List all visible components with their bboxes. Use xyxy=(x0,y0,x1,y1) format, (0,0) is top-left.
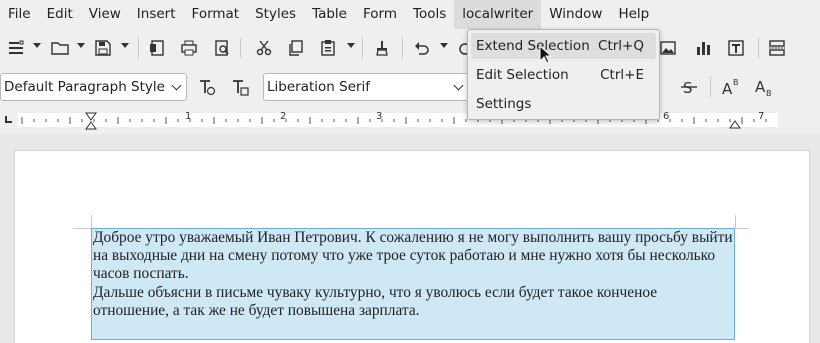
menu-localwriter[interactable]: localwriter xyxy=(454,0,542,29)
paragraph-style-combo[interactable]: Default Paragraph Style xyxy=(0,73,187,101)
menu-item-extend-selection[interactable]: Extend Selection Ctrl+Q xyxy=(471,33,656,59)
standard-toolbar xyxy=(0,31,820,65)
strikethrough-icon[interactable]: S xyxy=(677,74,701,100)
toolbar-separator xyxy=(362,38,363,58)
menu-file[interactable]: File xyxy=(0,0,39,29)
right-indent-marker[interactable] xyxy=(729,119,741,129)
formatting-toolbar: Default Paragraph Style Liberation Serif… xyxy=(0,68,820,106)
subscript-icon[interactable]: AB xyxy=(752,74,776,100)
menu-form[interactable]: Form xyxy=(355,0,405,29)
menu-styles[interactable]: Styles xyxy=(247,0,304,29)
font-name-value: Liberation Serif xyxy=(267,79,371,95)
update-style-icon[interactable] xyxy=(195,74,219,100)
page-break-icon[interactable] xyxy=(765,35,789,61)
svg-text:S: S xyxy=(683,79,693,97)
cut-icon[interactable] xyxy=(252,35,276,61)
menu-item-label: Settings xyxy=(476,96,532,112)
menu-item-shortcut: Ctrl+E xyxy=(600,67,644,83)
toolbar-separator xyxy=(402,38,403,58)
ruler-number: 2 xyxy=(280,111,287,122)
crop-mark xyxy=(735,228,749,229)
svg-text:B: B xyxy=(766,89,772,97)
paragraph-style-value: Default Paragraph Style xyxy=(4,79,165,95)
new-dropdown-arrow[interactable] xyxy=(33,43,41,48)
menu-item-label: Extend Selection xyxy=(476,38,590,54)
ruler-ticks xyxy=(21,117,767,124)
svg-text:A: A xyxy=(722,80,733,97)
document-canvas[interactable]: Доброе утро уважаемый Иван Петрович. К с… xyxy=(0,134,820,343)
clone-formatting-icon[interactable] xyxy=(370,35,394,61)
mouse-cursor-icon xyxy=(539,45,553,64)
save-icon[interactable] xyxy=(91,35,115,61)
document-paragraph[interactable]: Доброе утро уважаемый Иван Петрович. К с… xyxy=(93,229,733,284)
save-dropdown-arrow[interactable] xyxy=(121,43,129,48)
toolbar-separator xyxy=(710,77,711,97)
toolbar-separator xyxy=(758,38,759,58)
print-icon[interactable] xyxy=(177,35,201,61)
crop-mark xyxy=(73,228,91,229)
ruler-number: 6 xyxy=(663,111,670,122)
document-page[interactable]: Доброе утро уважаемый Иван Петрович. К с… xyxy=(14,150,810,343)
undo-dropdown-arrow[interactable] xyxy=(440,43,448,48)
menu-item-settings[interactable]: Settings xyxy=(471,91,656,117)
horizontal-ruler[interactable]: 1 2 3 4 5 6 7 xyxy=(0,110,820,132)
menu-edit[interactable]: Edit xyxy=(39,0,81,29)
localwriter-menu: Extend Selection Ctrl+Q Edit Selection C… xyxy=(467,29,660,120)
chevron-down-icon xyxy=(171,80,182,91)
ruler-number: 7 xyxy=(758,111,765,122)
menu-view[interactable]: View xyxy=(81,0,129,29)
export-pdf-icon[interactable] xyxy=(145,35,169,61)
toolbar-separator xyxy=(138,38,139,58)
paste-dropdown-arrow[interactable] xyxy=(347,43,355,48)
new-style-icon[interactable] xyxy=(228,74,252,100)
open-icon[interactable] xyxy=(48,35,72,61)
insert-text-box-icon[interactable] xyxy=(724,35,748,61)
menu-item-edit-selection[interactable]: Edit Selection Ctrl+E xyxy=(471,62,656,88)
undo-icon[interactable] xyxy=(410,35,434,61)
toolbar-separator xyxy=(240,38,241,58)
chevron-down-icon xyxy=(453,80,464,91)
ruler-number: 3 xyxy=(376,111,383,122)
crop-mark xyxy=(735,215,736,228)
menu-window[interactable]: Window xyxy=(541,0,610,29)
menu-item-label: Edit Selection xyxy=(476,67,569,83)
print-preview-icon[interactable] xyxy=(210,35,234,61)
new-document-icon[interactable] xyxy=(4,35,28,61)
copy-icon[interactable] xyxy=(284,35,308,61)
svg-text:A: A xyxy=(755,78,766,96)
paste-icon[interactable] xyxy=(316,35,340,61)
menu-table[interactable]: Table xyxy=(304,0,355,29)
ruler-number: 1 xyxy=(185,111,192,122)
crop-mark xyxy=(91,215,92,228)
font-name-combo[interactable]: Liberation Serif xyxy=(263,73,469,101)
menu-format[interactable]: Format xyxy=(184,0,248,29)
menu-item-shortcut: Ctrl+Q xyxy=(598,38,644,54)
svg-text:B: B xyxy=(733,78,739,87)
menu-insert[interactable]: Insert xyxy=(129,0,184,29)
insert-chart-icon[interactable] xyxy=(691,35,715,61)
menu-bar: File Edit View Insert Format Styles Tabl… xyxy=(0,0,820,29)
menu-tools[interactable]: Tools xyxy=(405,0,454,29)
open-dropdown-arrow[interactable] xyxy=(77,43,85,48)
superscript-icon[interactable]: AB xyxy=(719,74,743,100)
indent-marker[interactable] xyxy=(85,112,97,130)
menu-help[interactable]: Help xyxy=(610,0,657,29)
document-paragraph[interactable]: Дальше объясни в письме чуваку культурно… xyxy=(93,284,733,320)
